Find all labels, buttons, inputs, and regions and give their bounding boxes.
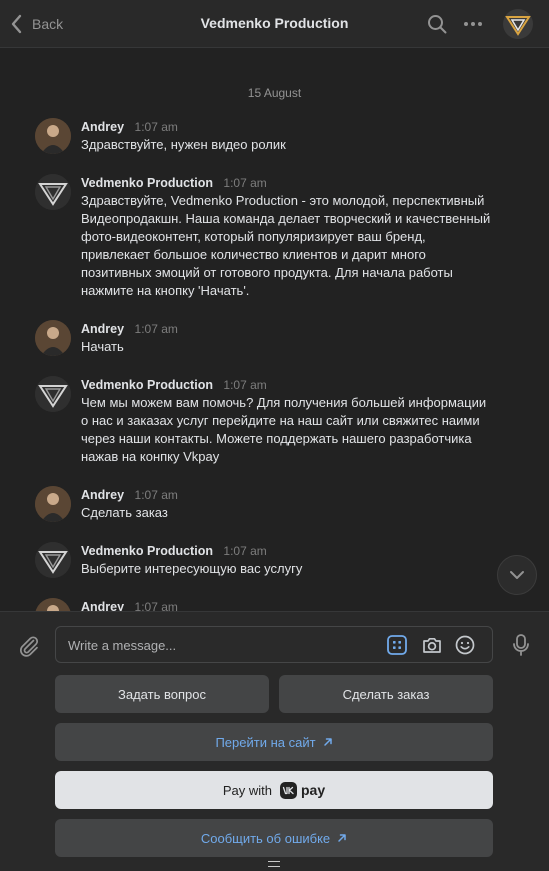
chevron-left-icon — [11, 14, 22, 34]
message-time: 1:07 am — [134, 488, 178, 502]
date-separator: 15 August — [247, 86, 302, 100]
user-photo-icon — [35, 486, 71, 522]
avatar[interactable] — [35, 486, 71, 522]
message-item: Vedmenko Production 1:07 am Чем мы можем… — [35, 376, 495, 471]
more-icon[interactable] — [462, 13, 484, 35]
make-order-label: Сделать заказ — [342, 686, 430, 702]
resize-handle[interactable] — [268, 861, 280, 867]
message-text: Здравствуйте, нужен видео ролик — [81, 137, 286, 152]
back-button[interactable]: Back — [10, 12, 63, 36]
vedmenko-logo-icon — [35, 542, 71, 578]
external-link-icon — [338, 834, 346, 842]
search-icon[interactable] — [426, 13, 448, 35]
avatar[interactable] — [35, 118, 71, 154]
message-item: Vedmenko Production 1:07 am Выберите инт… — [35, 542, 495, 582]
message-item: Vedmenko Production 1:07 am Здравствуйте… — [35, 174, 495, 304]
vk-logo-icon — [280, 781, 297, 799]
user-photo-icon — [35, 320, 71, 356]
emoji-icon[interactable] — [454, 634, 476, 656]
message-input-box — [55, 626, 493, 663]
message-input[interactable] — [68, 636, 368, 654]
attach-icon[interactable] — [17, 634, 41, 658]
scroll-down-button[interactable] — [497, 555, 537, 595]
message-author[interactable]: Vedmenko Production — [81, 544, 213, 558]
message-time: 1:07 am — [134, 322, 178, 336]
message-author[interactable]: Andrey — [81, 600, 124, 611]
message-time: 1:07 am — [134, 120, 178, 134]
message-text: Сделать заказ — [81, 505, 168, 520]
composer: Задать вопрос Сделать заказ Перейти на с… — [0, 611, 549, 871]
message-time: 1:07 am — [223, 176, 267, 190]
message-text: Начать — [81, 339, 124, 354]
avatar[interactable] — [35, 320, 71, 356]
message-time: 1:07 am — [223, 544, 267, 558]
make-order-button[interactable]: Сделать заказ — [279, 675, 493, 713]
ask-question-button[interactable]: Задать вопрос — [55, 675, 269, 713]
vedmenko-logo-icon — [505, 16, 531, 36]
vkpay-button[interactable]: Pay with pay — [55, 771, 493, 809]
message-author[interactable]: Vedmenko Production — [81, 378, 213, 392]
external-link-icon — [323, 738, 332, 746]
pay-with-label: Pay with — [222, 782, 272, 798]
message-item: Andrey 1:07 am Здравствуйте, нужен видео… — [35, 118, 495, 158]
message-item: Andrey 1:07 am — [35, 598, 495, 611]
message-author[interactable]: Andrey — [81, 322, 124, 336]
report-error-button[interactable]: Сообщить об ошибке — [55, 819, 493, 857]
microphone-icon[interactable] — [510, 633, 532, 657]
ask-question-label: Задать вопрос — [118, 686, 206, 702]
avatar[interactable] — [35, 376, 71, 412]
community-avatar[interactable] — [503, 9, 533, 39]
message-text: Чем мы можем вам помочь? Для получения б… — [81, 395, 487, 464]
report-error-label: Сообщить об ошибке — [200, 830, 331, 846]
message-text: Здравствуйте, Vedmenko Production - это … — [81, 193, 491, 298]
chevron-down-icon — [510, 571, 524, 579]
vedmenko-logo-icon — [35, 174, 71, 210]
vedmenko-logo-icon — [35, 376, 71, 412]
message-time: 1:07 am — [223, 378, 267, 392]
message-history[interactable]: 15 August Andrey 1:07 am Здравствуйте, н… — [0, 49, 549, 611]
message-author[interactable]: Andrey — [81, 488, 124, 502]
go-to-site-button[interactable]: Перейти на сайт — [55, 723, 493, 761]
message-item: Andrey 1:07 am Начать — [35, 320, 495, 360]
user-photo-icon — [35, 598, 71, 611]
avatar[interactable] — [35, 174, 71, 210]
message-item: Andrey 1:07 am Сделать заказ — [35, 486, 495, 526]
camera-icon[interactable] — [421, 634, 443, 656]
chat-header: Back Vedmenko Production — [0, 0, 549, 48]
avatar[interactable] — [35, 598, 71, 611]
go-to-site-label: Перейти на сайт — [215, 734, 316, 750]
keyboard-icon[interactable] — [386, 634, 408, 656]
message-text: Выберите интересующую вас услугу — [81, 561, 303, 576]
message-author[interactable]: Andrey — [81, 120, 124, 134]
message-author[interactable]: Vedmenko Production — [81, 176, 213, 190]
pay-word: pay — [301, 782, 326, 798]
avatar[interactable] — [35, 542, 71, 578]
user-photo-icon — [35, 118, 71, 154]
message-time: 1:07 am — [134, 600, 178, 611]
back-label: Back — [32, 16, 64, 32]
